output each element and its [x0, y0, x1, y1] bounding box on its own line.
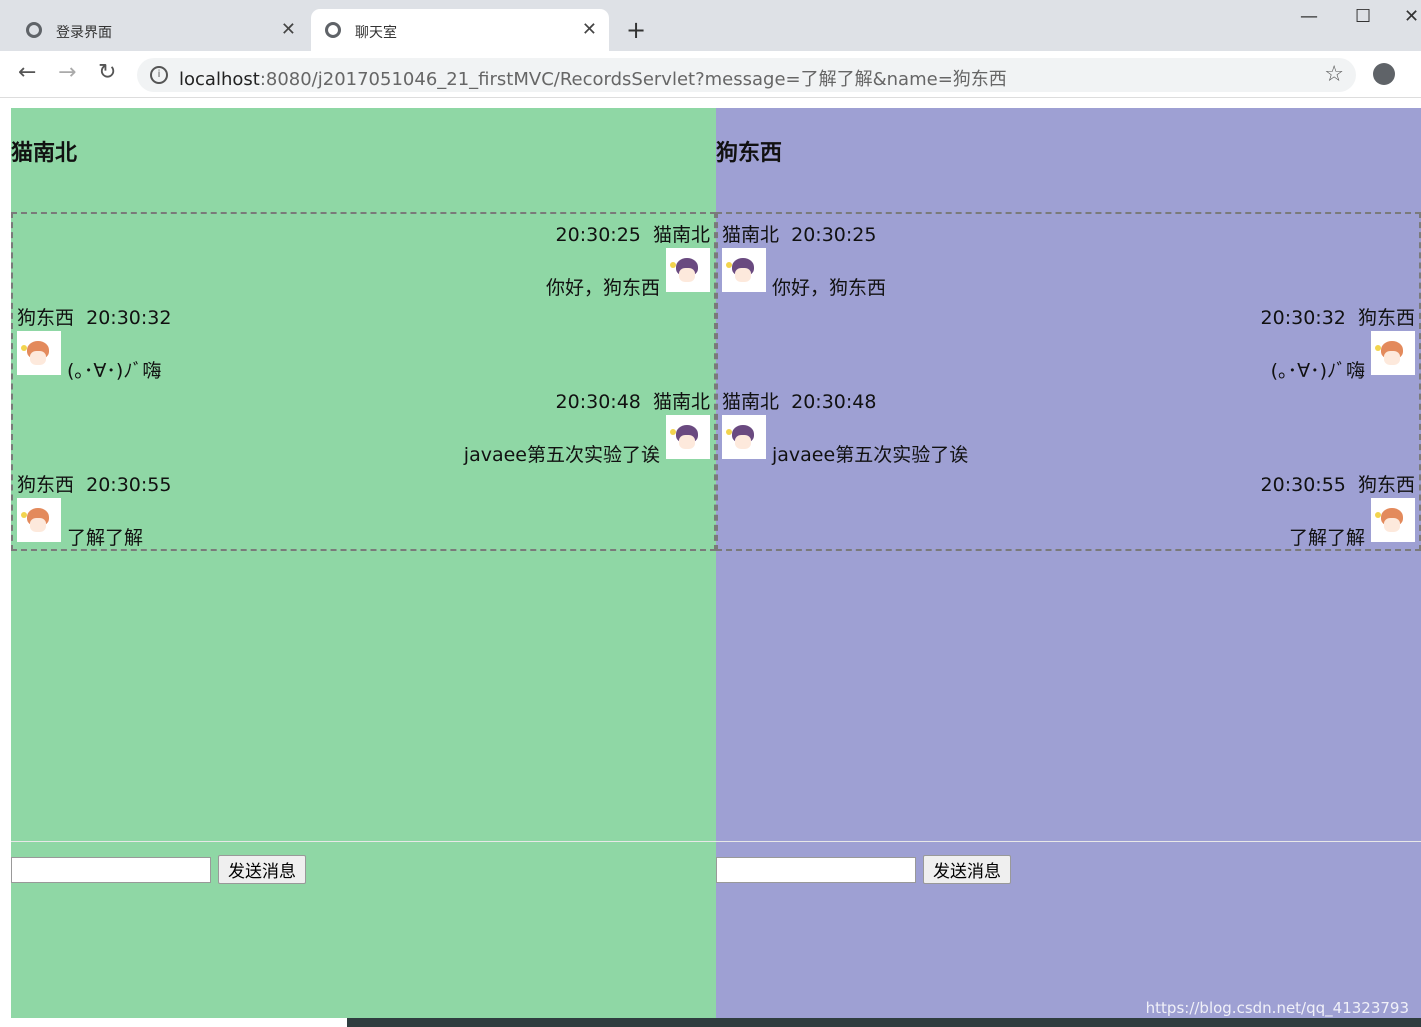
message-meta: 狗东西 20:30:55 — [17, 470, 171, 497]
browser-toolbar: ← → ↻ i localhost:8080/j2017051046_21_fi… — [0, 51, 1421, 98]
message-sender: 猫南北 — [722, 224, 780, 246]
message-time: 20:30:25 — [791, 224, 877, 246]
dog-avatar — [1371, 331, 1415, 375]
divider — [716, 841, 1421, 842]
message-mine: 20:30:55 狗东西 了解了解 — [725, 465, 1415, 549]
message-text: (｡･∀･)ﾉﾞ嗨 — [67, 360, 162, 382]
send-button[interactable]: 发送消息 — [923, 855, 1011, 884]
globe-icon — [26, 22, 42, 38]
panel-username: 狗东西 — [716, 141, 783, 166]
new-tab-button[interactable]: + — [626, 16, 646, 44]
message-sender: 狗东西 — [17, 474, 75, 496]
message-meta: 猫南北 20:30:48 — [722, 387, 876, 414]
back-button[interactable]: ← — [18, 60, 36, 85]
globe-icon — [325, 22, 341, 38]
message-other: 狗东西 20:30:55 了解了解 — [17, 465, 707, 549]
reload-button[interactable]: ↻ — [98, 60, 116, 85]
message-time: 20:30:32 — [1260, 307, 1346, 329]
dog-avatar — [17, 331, 61, 375]
tab-title: 登录界面 — [56, 25, 112, 41]
address-bar[interactable]: i localhost:8080/j2017051046_21_firstMVC… — [137, 58, 1356, 92]
message-input[interactable] — [716, 857, 916, 883]
message-text: javaee第五次实验了诶 — [772, 444, 969, 466]
window-close-button[interactable]: ✕ — [1404, 6, 1419, 27]
message-other: 狗东西 20:30:32 (｡･∀･)ﾉﾞ嗨 — [17, 298, 707, 382]
dog-avatar — [17, 498, 61, 542]
message-text: 了解了解 — [67, 527, 144, 549]
message-meta: 20:30:32 狗东西 — [1261, 303, 1415, 330]
cat-avatar — [666, 415, 710, 459]
maximize-button[interactable]: ☐ — [1355, 6, 1371, 27]
tab-title: 聊天室 — [355, 25, 397, 41]
cat-avatar — [722, 248, 766, 292]
message-sender: 猫南北 — [652, 391, 710, 413]
message-sender: 猫南北 — [652, 224, 710, 246]
close-tab-icon[interactable]: ✕ — [582, 19, 597, 40]
message-sender: 狗东西 — [1357, 474, 1415, 496]
message-time: 20:30:48 — [791, 391, 877, 413]
message-time: 20:30:55 — [86, 474, 172, 496]
message-meta: 狗东西 20:30:32 — [17, 303, 171, 330]
message-text: (｡･∀･)ﾉﾞ嗨 — [1270, 360, 1365, 382]
dog-avatar — [1371, 498, 1415, 542]
message-sender: 猫南北 — [722, 391, 780, 413]
url-path: :8080/j2017051046_21_firstMVC/RecordsSer… — [259, 69, 1007, 90]
chat-panel-right: 狗东西 猫南北 20:30:25 你好，狗东西 20:30:32 狗东西 (｡･… — [716, 108, 1421, 1018]
star-icon[interactable]: ☆ — [1324, 62, 1344, 87]
message-mine: 20:30:32 狗东西 (｡･∀･)ﾉﾞ嗨 — [725, 298, 1415, 382]
page-content: 猫南北 20:30:25 猫南北 你好，狗东西 狗东西 20:30:32 (｡･… — [0, 98, 1421, 1027]
message-time: 20:30:55 — [1260, 474, 1346, 496]
cat-avatar — [666, 248, 710, 292]
message-mine: 20:30:25 猫南北 你好，狗东西 — [20, 214, 710, 299]
message-meta: 20:30:25 猫南北 — [556, 220, 710, 247]
message-sender: 狗东西 — [1357, 307, 1415, 329]
tab-login[interactable]: 登录界面 ✕ — [12, 9, 308, 51]
watermark: https://blog.csdn.net/qq_41323793 — [1145, 999, 1409, 1017]
chat-panel-left: 猫南北 20:30:25 猫南北 你好，狗东西 狗东西 20:30:32 (｡･… — [11, 108, 716, 1018]
panel-username: 猫南北 — [11, 141, 78, 166]
message-mine: 20:30:48 猫南北 javaee第五次实验了诶 — [20, 381, 710, 466]
message-text: 了解了解 — [1288, 527, 1365, 549]
taskbar — [347, 1018, 1421, 1027]
url-text[interactable]: localhost:8080/j2017051046_21_firstMVC/R… — [179, 65, 1007, 91]
message-text: 你好，狗东西 — [545, 277, 660, 299]
tab-bar: 登录界面 ✕ 聊天室 ✕ + — ☐ ✕ — [0, 0, 1421, 51]
message-time: 20:30:32 — [86, 307, 172, 329]
divider — [11, 841, 716, 842]
message-text: javaee第五次实验了诶 — [463, 444, 660, 466]
message-time: 20:30:48 — [555, 391, 641, 413]
send-button[interactable]: 发送消息 — [218, 855, 306, 884]
cat-avatar — [722, 415, 766, 459]
minimize-button[interactable]: — — [1300, 6, 1318, 27]
message-text: 你好，狗东西 — [772, 277, 887, 299]
message-meta: 猫南北 20:30:25 — [722, 220, 876, 247]
message-time: 20:30:25 — [555, 224, 641, 246]
info-icon[interactable]: i — [150, 66, 168, 84]
forward-button[interactable]: → — [58, 60, 76, 85]
url-host: localhost — [179, 69, 260, 90]
message-other: 猫南北 20:30:48 javaee第五次实验了诶 — [722, 381, 1412, 466]
chat-log: 猫南北 20:30:25 你好，狗东西 20:30:32 狗东西 (｡･∀･)ﾉ… — [716, 212, 1421, 551]
message-meta: 20:30:48 猫南北 — [556, 387, 710, 414]
chat-log: 20:30:25 猫南北 你好，狗东西 狗东西 20:30:32 (｡･∀･)ﾉ… — [11, 212, 716, 551]
tab-chatroom[interactable]: 聊天室 ✕ — [311, 9, 609, 51]
account-icon[interactable] — [1373, 63, 1395, 85]
message-input[interactable] — [11, 857, 211, 883]
message-other: 猫南北 20:30:25 你好，狗东西 — [722, 214, 1412, 299]
message-meta: 20:30:55 狗东西 — [1261, 470, 1415, 497]
close-tab-icon[interactable]: ✕ — [281, 19, 296, 40]
message-sender: 狗东西 — [17, 307, 75, 329]
